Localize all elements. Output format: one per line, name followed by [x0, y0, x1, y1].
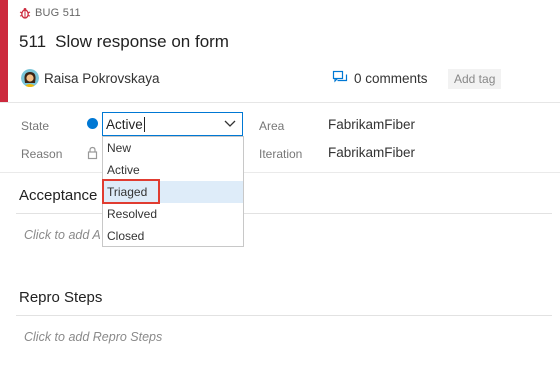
- comments-label: 0 comments: [354, 70, 428, 86]
- reason-label: Reason: [21, 147, 63, 161]
- state-dot-icon: [87, 118, 98, 129]
- work-item-title[interactable]: 511 Slow response on form: [19, 32, 229, 52]
- bug-icon: [19, 8, 31, 19]
- area-label: Area: [259, 119, 285, 133]
- acceptance-placeholder[interactable]: Click to add A: [24, 228, 101, 242]
- text-caret: [143, 116, 145, 132]
- state-label: State: [21, 119, 50, 133]
- state-option-resolved[interactable]: Resolved: [103, 203, 243, 225]
- lock-icon: [87, 146, 98, 160]
- work-item-type: BUG 511: [19, 6, 81, 20]
- work-item-header: BUG 511 511 Slow response on form Raisa …: [0, 0, 560, 103]
- assignee-name: Raisa Pokrovskaya: [44, 70, 160, 86]
- acceptance-rule: [16, 213, 552, 214]
- work-item-type-label: BUG 511: [35, 7, 81, 19]
- state-dropdown-value[interactable]: Active: [106, 117, 143, 132]
- repro-steps-section-title: Repro Steps: [19, 289, 103, 306]
- chevron-down-icon[interactable]: [224, 120, 236, 128]
- state-option-closed[interactable]: Closed: [103, 225, 243, 247]
- state-option-new[interactable]: New: [103, 137, 243, 159]
- state-option-triaged[interactable]: Triaged: [103, 181, 243, 203]
- iteration-value[interactable]: FabrikamFiber: [328, 145, 415, 160]
- work-item-id: 511: [19, 32, 47, 51]
- header-divider: [0, 102, 560, 103]
- work-item-title-text[interactable]: Slow response on form: [55, 32, 229, 52]
- repro-steps-rule: [16, 315, 552, 316]
- state-dropdown[interactable]: Active: [102, 112, 243, 136]
- avatar: [21, 69, 39, 87]
- iteration-label: Iteration: [259, 147, 303, 161]
- fields-divider: [0, 172, 560, 173]
- assignee-picker[interactable]: Raisa Pokrovskaya: [21, 69, 160, 87]
- comment-icon: [332, 70, 348, 83]
- area-value[interactable]: FabrikamFiber: [328, 117, 415, 132]
- repro-steps-placeholder[interactable]: Click to add Repro Steps: [24, 330, 162, 344]
- add-tag-button[interactable]: Add tag: [448, 69, 502, 89]
- acceptance-section-title: Acceptance: [19, 187, 98, 204]
- state-option-active[interactable]: Active: [103, 159, 243, 181]
- state-dropdown-list: New Active Triaged Resolved Closed: [102, 136, 244, 247]
- comments-link[interactable]: 0 comments: [332, 70, 428, 86]
